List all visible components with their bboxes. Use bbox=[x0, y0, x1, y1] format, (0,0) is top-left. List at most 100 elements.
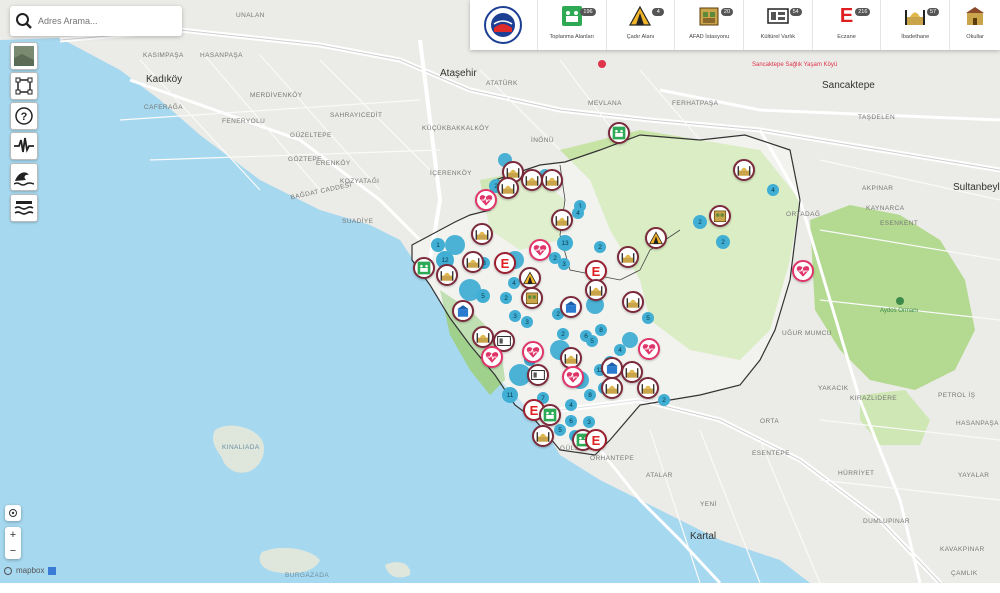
map-label-kadikoy: Kadıköy bbox=[146, 74, 183, 85]
map-canvas[interactable]: Kadıköy Ataşehir Sancaktepe Sultanbeyli … bbox=[0, 0, 1000, 583]
cluster-marker[interactable]: 2 bbox=[658, 394, 670, 406]
heart-pin-icon[interactable] bbox=[522, 341, 544, 363]
tsunami-button[interactable] bbox=[10, 163, 38, 191]
flood-button[interactable] bbox=[10, 194, 38, 222]
mosque-pin-icon[interactable] bbox=[462, 251, 484, 273]
e-pin-icon[interactable]: E bbox=[585, 429, 607, 451]
cluster-marker[interactable]: 4 bbox=[565, 399, 577, 411]
cluster-marker[interactable]: 3 bbox=[521, 316, 533, 328]
info-icon[interactable] bbox=[48, 566, 57, 575]
mosque-pin-icon[interactable] bbox=[617, 246, 639, 268]
select-area-icon bbox=[15, 77, 33, 95]
zoom-in-button[interactable]: + bbox=[5, 527, 21, 543]
map-label-suadiye: SUADİYE bbox=[342, 218, 374, 225]
school-pin-icon[interactable] bbox=[601, 357, 623, 379]
map-label-inonu: İNÖNÜ bbox=[531, 137, 554, 144]
tent-pin-icon[interactable] bbox=[519, 267, 541, 289]
cluster-marker[interactable]: 5 bbox=[642, 312, 654, 324]
pharmacy-e-icon: E bbox=[839, 5, 854, 27]
map-label-kartal: Kartal bbox=[690, 531, 717, 542]
cluster-marker[interactable]: 2 bbox=[716, 235, 730, 249]
mosque-pin-icon[interactable] bbox=[471, 223, 493, 245]
assembly-pin-icon[interactable] bbox=[413, 257, 435, 279]
cluster-marker[interactable]: 4 bbox=[572, 207, 584, 219]
heart-pin-icon[interactable] bbox=[792, 260, 814, 282]
category-cultural-heritage[interactable]: 54 Kültürel Varlık bbox=[744, 0, 813, 50]
category-assembly-area[interactable]: 196 Toplanma Alanları bbox=[538, 0, 607, 50]
cluster-marker[interactable]: 11 bbox=[502, 387, 518, 403]
heart-pin-icon[interactable] bbox=[475, 189, 497, 211]
cluster-marker[interactable]: 8 bbox=[584, 389, 596, 401]
park-icon bbox=[896, 297, 904, 305]
map-label-ataturk: ATATÜRK bbox=[486, 80, 518, 87]
map-label-ugur-mumcu: UĞUR MUMCU bbox=[782, 330, 832, 337]
map-label-erenkoy: ERENKÖY bbox=[316, 160, 351, 167]
category-schools[interactable]: Okullar bbox=[950, 0, 1000, 50]
mosque-pin-icon[interactable] bbox=[622, 291, 644, 313]
zoom-out-button[interactable]: − bbox=[5, 543, 21, 559]
search-input[interactable] bbox=[38, 16, 168, 26]
category-count: 216 bbox=[855, 8, 871, 16]
category-place-of-worship[interactable]: 57 İbadethane bbox=[881, 0, 951, 50]
cluster-marker[interactable]: 2 bbox=[557, 328, 569, 340]
mosque-pin-icon[interactable] bbox=[551, 209, 573, 231]
category-pharmacy[interactable]: E 216 Eczane bbox=[813, 0, 882, 50]
search-icon[interactable] bbox=[10, 7, 38, 35]
cluster-blob[interactable] bbox=[459, 279, 481, 301]
cluster-marker[interactable]: 2 bbox=[594, 241, 606, 253]
mosque-pin-icon[interactable] bbox=[637, 377, 659, 399]
map-label-yayalar: YAYALAR bbox=[958, 472, 990, 479]
mosque-pin-icon[interactable] bbox=[733, 159, 755, 181]
mosque-pin-icon[interactable] bbox=[541, 169, 563, 191]
cluster-marker[interactable]: 4 bbox=[767, 184, 779, 196]
assembly-pin-icon[interactable] bbox=[539, 404, 561, 426]
cluster-marker[interactable]: 3 bbox=[558, 258, 570, 270]
mosque-pin-icon[interactable] bbox=[532, 425, 554, 447]
heart-pin-icon[interactable] bbox=[638, 338, 660, 360]
cluster-marker[interactable]: 5 bbox=[554, 424, 566, 436]
warehouse-pin-icon[interactable] bbox=[521, 287, 543, 309]
cluster-marker[interactable]: 2 bbox=[500, 292, 512, 304]
cluster-marker[interactable]: 3 bbox=[509, 310, 521, 322]
satellite-layer-button[interactable] bbox=[10, 42, 38, 70]
school-pin-icon[interactable] bbox=[452, 300, 474, 322]
mosque-pin-icon[interactable] bbox=[521, 169, 543, 191]
tent-pin-icon[interactable] bbox=[645, 227, 667, 249]
mosque-pin-icon[interactable] bbox=[601, 377, 623, 399]
earthquake-button[interactable] bbox=[10, 132, 38, 160]
locate-control[interactable] bbox=[5, 505, 21, 521]
mosque-pin-icon[interactable] bbox=[585, 279, 607, 301]
locate-icon[interactable] bbox=[5, 505, 21, 521]
mosque-pin-icon[interactable] bbox=[497, 177, 519, 199]
heart-pin-icon[interactable] bbox=[529, 239, 551, 261]
cluster-marker[interactable]: 1 bbox=[431, 238, 445, 252]
select-area-button[interactable] bbox=[10, 72, 38, 100]
cluster-marker[interactable]: 5 bbox=[586, 335, 598, 347]
cluster-marker[interactable]: 13 bbox=[557, 235, 573, 251]
heritage-pin-icon[interactable] bbox=[527, 364, 549, 386]
map-label-akpinar: AKPINAR bbox=[862, 185, 894, 192]
cluster-marker[interactable]: 2 bbox=[693, 215, 707, 229]
category-tent-area[interactable]: 4 Çadır Alanı bbox=[607, 0, 676, 50]
mosque-pin-icon[interactable] bbox=[472, 326, 494, 348]
search-box[interactable] bbox=[10, 6, 182, 36]
assembly-pin-icon[interactable] bbox=[608, 122, 630, 144]
heart-pin-icon[interactable] bbox=[481, 346, 503, 368]
cluster-marker[interactable]: 3 bbox=[583, 416, 595, 428]
cluster-blob[interactable] bbox=[622, 332, 638, 348]
category-label: Okullar bbox=[966, 34, 984, 40]
mapbox-logo[interactable]: mapbox bbox=[16, 566, 44, 575]
e-pin-icon[interactable]: E bbox=[494, 252, 516, 274]
category-afad-station[interactable]: 20 AFAD İstasyonu bbox=[675, 0, 745, 50]
municipality-logo[interactable] bbox=[470, 0, 538, 50]
mosque-pin-icon[interactable] bbox=[436, 264, 458, 286]
school-pin-icon[interactable] bbox=[560, 296, 582, 318]
map-label-petrol-is: PETROL İŞ bbox=[938, 392, 976, 399]
help-button[interactable]: ? bbox=[10, 102, 38, 130]
heart-pin-icon[interactable] bbox=[562, 366, 584, 388]
cluster-marker[interactable]: 8 bbox=[595, 324, 607, 336]
cluster-marker[interactable]: 6 bbox=[565, 415, 577, 427]
cluster-blob[interactable] bbox=[445, 235, 465, 255]
warehouse-pin-icon[interactable] bbox=[709, 205, 731, 227]
category-label: İbadethane bbox=[901, 34, 930, 40]
